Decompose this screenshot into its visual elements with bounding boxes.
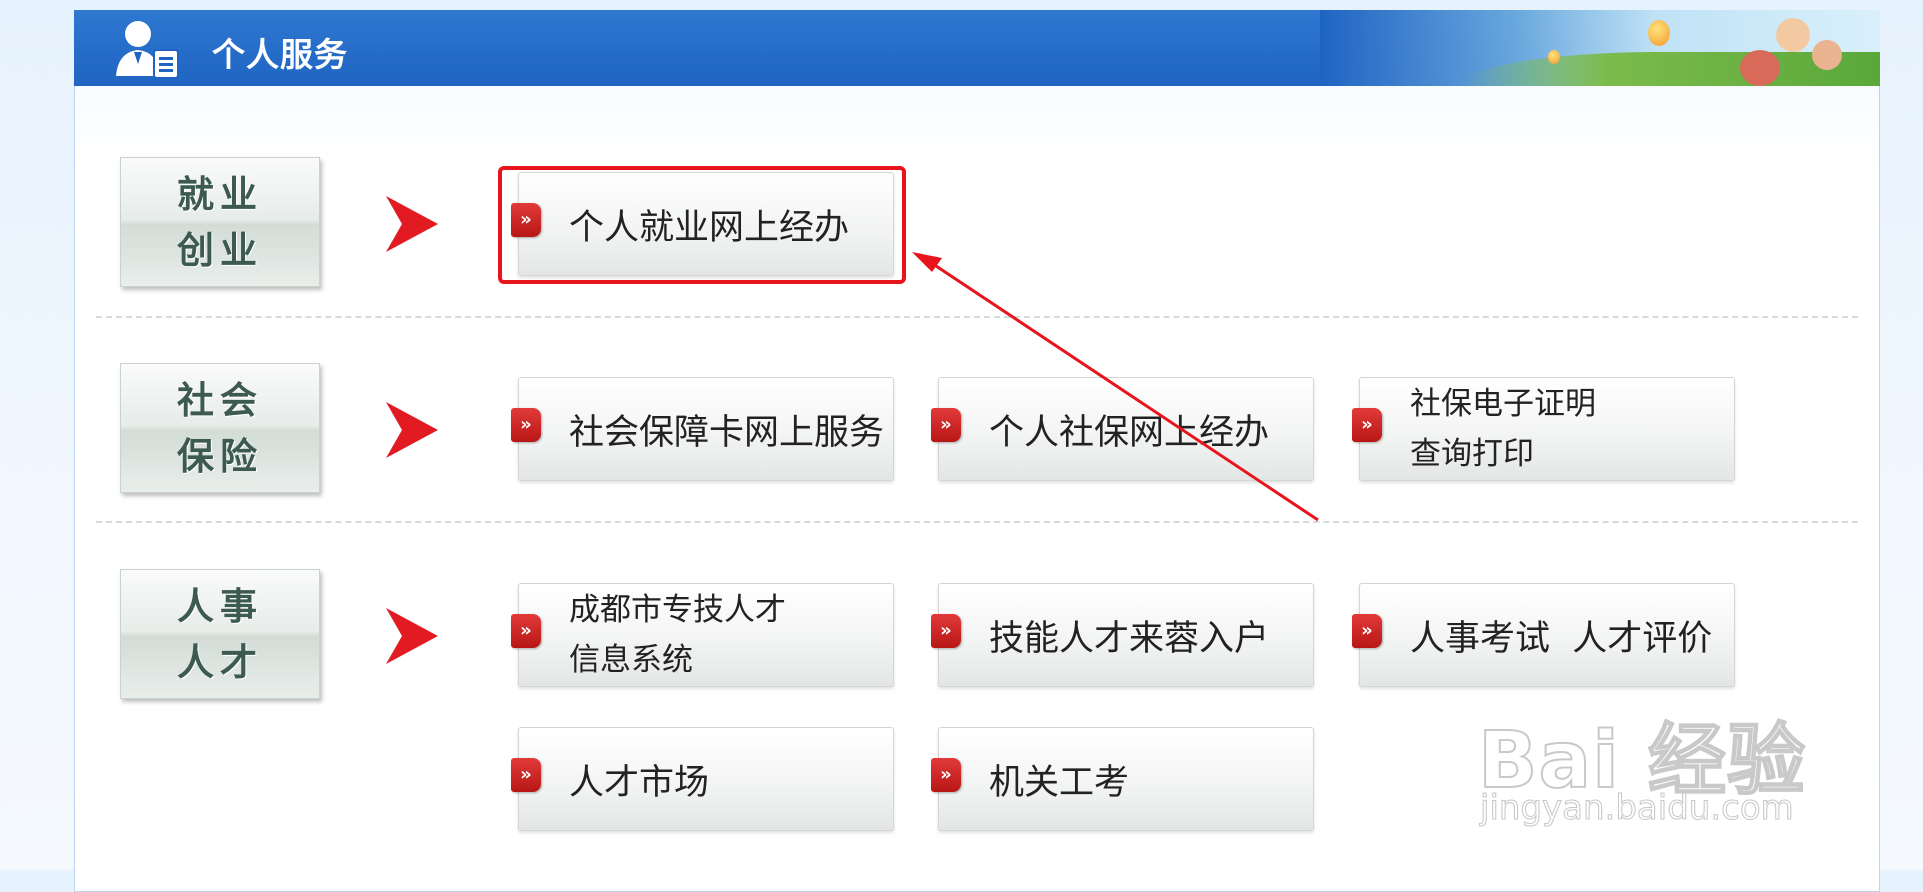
red-arrow-icon	[386, 608, 438, 664]
service-label: 机关工考	[989, 762, 1130, 803]
red-arrow-icon	[386, 196, 438, 252]
service-label: 成都市专技人才 信息系统	[569, 584, 889, 686]
category-label: 社会	[177, 378, 263, 422]
service-social-security-card[interactable]: » 社会保障卡网上服务	[511, 377, 894, 481]
category-label: 创业	[177, 228, 263, 272]
category-employment: 就业 创业	[120, 157, 320, 287]
service-civil-service-exam[interactable]: » 机关工考	[931, 727, 1314, 831]
service-label: 人事考试 人才评价	[1410, 618, 1713, 659]
service-label: 人才市场	[569, 762, 710, 803]
service-label-line: 信息系统	[569, 642, 693, 678]
user-profile-icon	[116, 21, 179, 79]
category-label: 人才	[177, 640, 263, 684]
page-header: 个人服务	[74, 10, 1880, 86]
highlight-box	[498, 166, 906, 284]
service-label: 社保电子证明 查询打印	[1410, 378, 1730, 480]
service-label: 技能人才来蓉入户	[989, 618, 1270, 659]
category-social-insurance: 社会 保险	[120, 363, 320, 493]
service-talent-market[interactable]: » 人才市场	[511, 727, 894, 831]
watermark-url: jingyan.baidu.com	[1480, 788, 1795, 829]
service-label-line: 成都市专技人才	[569, 592, 786, 628]
header-title: 个人服务	[212, 35, 348, 74]
baidu-watermark: Bai 经验 jingyan.baidu.com	[1477, 690, 1838, 830]
service-label-line: 社保电子证明	[1410, 386, 1596, 422]
category-label: 人事	[177, 584, 263, 628]
double-chevron-icon: »	[1352, 408, 1382, 442]
service-skilled-talent-settlement[interactable]: » 技能人才来蓉入户	[931, 583, 1314, 687]
section-divider	[96, 521, 1858, 523]
service-label: 个人社保网上经办	[989, 412, 1270, 453]
category-label: 就业	[177, 172, 263, 216]
header-banner-image	[1320, 10, 1880, 86]
service-social-insurance-certificate[interactable]: » 社保电子证明 查询打印	[1352, 377, 1735, 481]
double-chevron-icon: »	[1352, 614, 1382, 648]
section-divider	[96, 316, 1858, 318]
double-chevron-icon: »	[931, 758, 961, 792]
double-chevron-icon: »	[511, 758, 541, 792]
double-chevron-icon: »	[931, 614, 961, 648]
service-label: 社会保障卡网上服务	[569, 412, 885, 453]
double-chevron-icon: »	[931, 408, 961, 442]
double-chevron-icon: »	[511, 408, 541, 442]
service-personal-social-insurance[interactable]: » 个人社保网上经办	[931, 377, 1314, 481]
service-label-line: 查询打印	[1410, 436, 1534, 472]
category-personnel-talent: 人事 人才	[120, 569, 320, 699]
category-label: 保险	[177, 434, 263, 478]
service-personnel-exam[interactable]: » 人事考试 人才评价	[1352, 583, 1735, 687]
service-chengdu-talent-system[interactable]: » 成都市专技人才 信息系统	[511, 583, 894, 687]
red-arrow-icon	[386, 402, 438, 458]
double-chevron-icon: »	[511, 614, 541, 648]
